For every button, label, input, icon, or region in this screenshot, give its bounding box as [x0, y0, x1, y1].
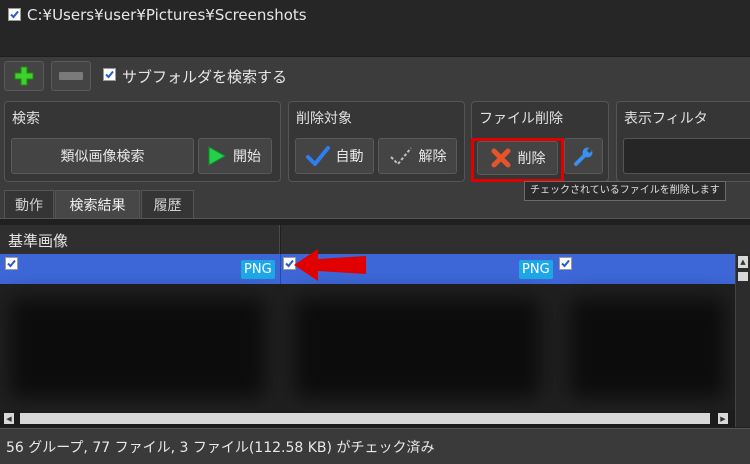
- horizontal-scroll-thumb[interactable]: [20, 413, 710, 424]
- delete-settings-button[interactable]: [564, 138, 603, 174]
- search-group-title: 検索: [12, 111, 40, 127]
- file-delete-group-title: ファイル削除: [479, 111, 563, 127]
- auto-label: 自動: [335, 149, 364, 165]
- tab-history[interactable]: 履歴: [141, 190, 194, 218]
- blurred-thumbnail-2: [295, 298, 540, 398]
- folder-checkbox[interactable]: [8, 8, 21, 25]
- scroll-left-arrow-icon[interactable]: ◀: [4, 413, 14, 424]
- folder-list[interactable]: C:¥Users¥user¥Pictures¥Screenshots: [0, 0, 750, 57]
- row-checkbox-3[interactable]: [559, 257, 572, 274]
- tab-search-results[interactable]: 検索結果: [55, 190, 140, 218]
- subfolder-checkbox[interactable]: [103, 68, 116, 85]
- tab-action[interactable]: 動作: [4, 190, 54, 218]
- auto-select-button[interactable]: 自動: [295, 138, 374, 174]
- vertical-scroll-thumb[interactable]: [738, 272, 748, 281]
- horizontal-scrollbar[interactable]: ◀ ▶: [0, 410, 735, 427]
- similar-image-search-button[interactable]: 類似画像検索: [11, 138, 194, 174]
- row-checkbox-1[interactable]: [5, 257, 18, 274]
- blurred-thumbnail-3: [570, 298, 725, 398]
- delete-tooltip: チェックされているファイルを削除します: [524, 181, 726, 201]
- start-label: 開始: [233, 149, 261, 165]
- clear-selection-button[interactable]: 解除: [378, 138, 457, 174]
- scroll-right-arrow-icon[interactable]: ▶: [718, 413, 728, 424]
- status-text: 56 グループ, 77 ファイル, 3 ファイル(112.58 KB) がチェッ…: [6, 440, 435, 456]
- start-button[interactable]: 開始: [198, 138, 272, 174]
- plus-icon: [14, 66, 34, 86]
- png-badge-2: PNG: [519, 260, 553, 279]
- clear-label: 解除: [418, 149, 447, 165]
- column-header-reference-image: 基準画像: [8, 232, 69, 250]
- vertical-scrollbar[interactable]: ▲: [735, 254, 750, 427]
- delete-label: 削除: [517, 151, 546, 167]
- dashed-check-icon: [389, 147, 412, 166]
- checkmark-icon: [305, 146, 330, 166]
- subfolder-label[interactable]: サブフォルダを検索する: [122, 66, 287, 87]
- blurred-thumbnail-1: [10, 298, 265, 398]
- remove-folder-button[interactable]: [51, 61, 91, 91]
- play-icon: [208, 146, 227, 166]
- scroll-up-arrow-icon[interactable]: ▲: [738, 256, 748, 268]
- display-filter-input[interactable]: [623, 138, 750, 174]
- delete-files-button[interactable]: 削除: [477, 141, 558, 175]
- add-folder-button[interactable]: [4, 61, 44, 91]
- minus-icon: [59, 72, 83, 80]
- wrench-icon: [573, 147, 592, 166]
- column-divider: [280, 254, 281, 284]
- display-filter-group-title: 表示フィルタ: [624, 111, 708, 127]
- delete-target-group-title: 削除対象: [296, 111, 352, 127]
- png-badge-1: PNG: [241, 260, 275, 279]
- folder-path[interactable]: C:¥Users¥user¥Pictures¥Screenshots: [27, 6, 307, 24]
- similar-image-search-label: 類似画像検索: [60, 149, 145, 165]
- red-x-icon: [491, 148, 510, 168]
- red-arrow-annotation: [294, 249, 366, 281]
